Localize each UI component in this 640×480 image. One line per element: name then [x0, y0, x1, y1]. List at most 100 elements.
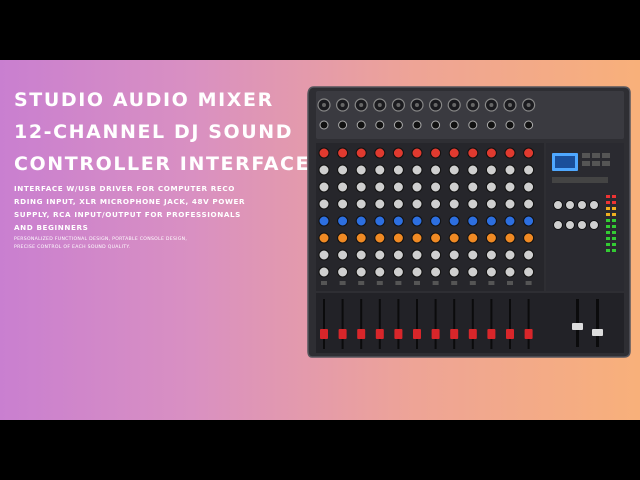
headline: STUDIO AUDIO MIXER 12-CHANNEL DJ SOUND C… [14, 84, 310, 180]
channel-knob [374, 266, 386, 278]
channel-knob [355, 181, 367, 193]
channel-knob [523, 266, 535, 278]
meter-led [612, 243, 616, 246]
product-description: INTERFACE W/USB DRIVER FOR COMPUTER RECO… [14, 182, 246, 234]
channel-knob [523, 164, 535, 176]
headline-line-3: CONTROLLER INTERFACE [14, 153, 311, 175]
meter-led [606, 195, 610, 198]
channel-knob [504, 249, 516, 261]
fader-cap [524, 329, 533, 339]
channel-knob [485, 147, 497, 159]
fader-cap [450, 329, 459, 339]
channel-knob [355, 147, 367, 159]
channel-knob [467, 249, 479, 261]
channel-knob [430, 147, 442, 159]
description-line-4: AND BEGINNERS [14, 223, 89, 232]
channel-knob [318, 181, 330, 193]
mute-button [488, 281, 495, 285]
channel-knob [504, 147, 516, 159]
channel-knob [523, 147, 535, 159]
channel-knob [467, 181, 479, 193]
channel-knob [485, 181, 497, 193]
fader-slot [397, 299, 400, 349]
lcd-inner [555, 156, 575, 168]
channel-knob [374, 164, 386, 176]
description-line-3: SUPPLY, RCA INPUT/OUTPUT FOR PROFESSIONA… [14, 210, 241, 219]
meter-led [612, 201, 616, 204]
xlr-jack-center [489, 103, 494, 107]
line-jack [393, 120, 403, 130]
meter-led [606, 243, 610, 246]
channel-knob [374, 215, 386, 227]
master-knob [553, 200, 563, 210]
channel-knob [318, 147, 330, 159]
channel-knob [337, 232, 349, 244]
channel-knob [504, 266, 516, 278]
line-jack [524, 120, 534, 130]
channel-knob [355, 198, 367, 210]
channel-knob [448, 147, 460, 159]
channel-knob [392, 164, 404, 176]
fader-cap [468, 329, 477, 339]
channel-knob [392, 198, 404, 210]
line-jack [375, 120, 385, 130]
master-knob [577, 200, 587, 210]
channel-knob [374, 147, 386, 159]
channel-knob [448, 164, 460, 176]
xlr-jack-center [359, 103, 364, 107]
headline-line-2: 12-CHANNEL DJ SOUND [14, 121, 294, 143]
xlr-jack-center [526, 103, 531, 107]
fader-cap [357, 329, 366, 339]
master-knob [577, 220, 587, 230]
mute-button [339, 281, 346, 285]
fader-cap [431, 329, 440, 339]
channel-knob [392, 266, 404, 278]
channel-knob [318, 164, 330, 176]
channel-knob [318, 249, 330, 261]
line-jack [412, 120, 422, 130]
xlr-jack-center [322, 103, 326, 107]
channel-knob [355, 232, 367, 244]
channel-knob [337, 147, 349, 159]
channel-knob [337, 181, 349, 193]
channel-knob [467, 266, 479, 278]
fader-slot [378, 299, 381, 349]
description-line-1: INTERFACE W/USB DRIVER FOR COMPUTER RECO [14, 184, 235, 193]
fader-cap [413, 329, 421, 339]
mute-button [507, 281, 513, 285]
channel-knob [411, 266, 423, 278]
channel-knob [374, 249, 386, 261]
fader-slot [527, 299, 530, 349]
channel-knob [392, 249, 404, 261]
meter-led [606, 249, 610, 252]
channel-knob [523, 232, 535, 244]
channel-knob [355, 164, 367, 176]
channel-knob [430, 266, 442, 278]
mute-button [525, 281, 532, 285]
line-jack [449, 120, 459, 130]
line-jack [468, 120, 478, 130]
meter-led [612, 213, 616, 216]
channel-knob [523, 181, 535, 193]
xlr-jack-center [340, 103, 345, 107]
line-jack [338, 120, 348, 130]
meter-led [606, 237, 610, 240]
line-jack [319, 120, 329, 130]
line-jack [356, 120, 366, 130]
channel-knob [467, 232, 479, 244]
xlr-jack-center [433, 103, 438, 107]
channel-knob [337, 215, 349, 227]
fine-print-line-2: PRECISE CONTROL OF EACH SOUND QUALITY. [14, 245, 131, 250]
channel-knob [448, 181, 460, 193]
channel-knob [355, 215, 367, 227]
fine-print-line-1: PERSONALIZED FUNCTIONAL DESIGN, PORTABLE… [14, 237, 188, 242]
meter-led [606, 225, 610, 228]
channel-knob [430, 181, 442, 193]
meter-led [612, 207, 616, 210]
channel-knob [355, 249, 367, 261]
master-knob [589, 200, 599, 210]
xlr-jack-center [508, 103, 512, 107]
xlr-jack-center [452, 103, 457, 107]
channel-knob [374, 198, 386, 210]
mute-button [432, 281, 439, 285]
